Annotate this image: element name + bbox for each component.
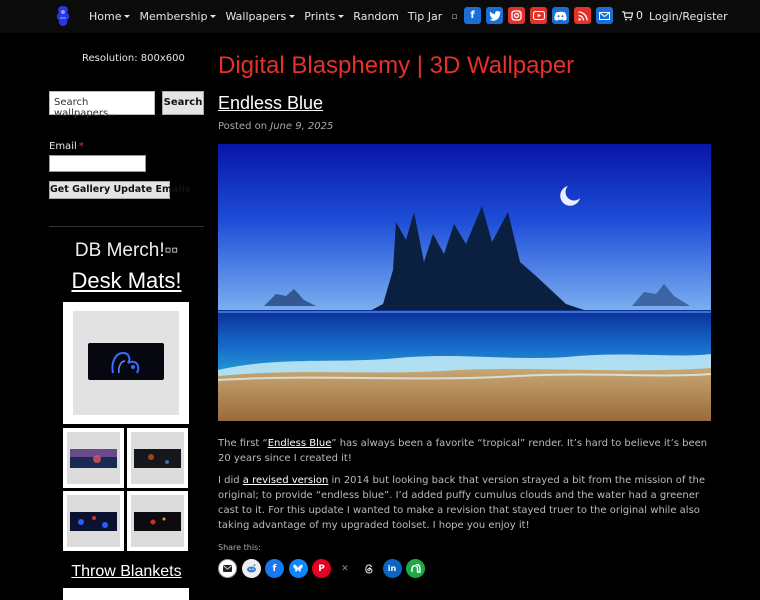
menu-membership[interactable]: Membership [139, 10, 216, 23]
email-label-text: Email [49, 141, 77, 152]
search-input[interactable]: Search wallpapers… [49, 91, 155, 119]
cart-button[interactable]: 0 [622, 9, 643, 22]
email-share-icon[interactable] [218, 559, 237, 578]
throw-blankets-link[interactable]: Throw Blankets [49, 563, 204, 581]
reddit-share-icon[interactable] [241, 559, 261, 578]
menu-tip-jar[interactable]: Tip Jar [408, 10, 442, 23]
desk-mat-thumb-1[interactable] [63, 428, 124, 488]
post-title-link[interactable]: Endless Blue [218, 93, 323, 114]
menu-prints[interactable]: Prints [304, 10, 344, 23]
share-label: Share this: [218, 543, 261, 552]
desk-mats-link[interactable]: Desk Mats! [49, 268, 204, 294]
para2-text-start: I did [218, 475, 243, 486]
gallery-update-emails-button[interactable]: Get Gallery Update Emails [49, 181, 190, 199]
sidebar-divider [49, 226, 204, 227]
search-button[interactable]: Search [162, 91, 204, 115]
post-paragraph-2: I did a revised version in 2014 but look… [218, 473, 710, 533]
posted-prefix: Posted on [218, 121, 268, 132]
pinterest-share-icon[interactable]: P [312, 559, 331, 578]
nextdoor-share-icon[interactable] [406, 559, 425, 578]
share-buttons: f P ✕ in [218, 559, 430, 578]
wallpaper-image[interactable] [218, 144, 711, 421]
login-register-link[interactable]: Login/Register [649, 10, 728, 23]
para1-text-start: The first “ [218, 438, 268, 449]
post-paragraph-1: The first “Endless Blue” has always been… [218, 436, 710, 466]
main-menu: Home Membership Wallpapers Prints Random… [89, 0, 466, 33]
email-icon[interactable] [596, 7, 613, 24]
facebook-icon[interactable]: f [464, 7, 481, 24]
top-navbar: Home Membership Wallpapers Prints Random… [0, 0, 760, 33]
desk-mat-thumb-3[interactable] [63, 491, 124, 551]
twitter-icon[interactable] [486, 7, 503, 24]
merch-heading: DB Merch!▫▫ [74, 240, 179, 261]
email-field[interactable] [49, 155, 146, 172]
site-title: Digital Blasphemy | 3D Wallpaper [218, 52, 575, 79]
youtube-icon[interactable] [530, 7, 547, 24]
desk-mat-thumb-2[interactable] [127, 428, 188, 488]
endless-blue-original-link[interactable]: Endless Blue [268, 438, 332, 449]
menu-extra-glyph[interactable]: ▫ [451, 12, 457, 22]
cart-count: 0 [636, 9, 643, 22]
desk-mat-product-main[interactable] [63, 302, 189, 424]
desk-mat-thumb-4[interactable] [127, 491, 188, 551]
email-label: Email * [49, 141, 84, 152]
site-logo-icon[interactable] [54, 5, 72, 27]
instagram-icon[interactable] [508, 7, 525, 24]
linkedin-share-icon[interactable]: in [382, 559, 402, 578]
post-date: Posted on June 9, 2025 [218, 121, 333, 132]
threads-share-icon[interactable] [359, 559, 378, 578]
throw-blanket-product[interactable] [63, 588, 189, 600]
discord-icon[interactable] [552, 7, 569, 24]
x-share-icon[interactable]: ✕ [335, 559, 355, 578]
bluesky-share-icon[interactable] [288, 559, 308, 578]
cart-icon [622, 10, 633, 20]
rss-icon[interactable] [574, 7, 591, 24]
resolution-text: Resolution: 800x600 [82, 53, 185, 64]
facebook-share-icon[interactable]: f [265, 559, 284, 578]
menu-random[interactable]: Random [353, 10, 399, 23]
social-links: f [464, 7, 618, 24]
revised-version-link[interactable]: a revised version [243, 475, 329, 486]
desk-mat-image [88, 343, 164, 380]
required-asterisk: * [78, 141, 84, 152]
menu-wallpapers[interactable]: Wallpapers [225, 10, 295, 23]
menu-home[interactable]: Home [89, 10, 130, 23]
posted-date: June 9, 2025 [270, 121, 334, 132]
endless-blue-render [218, 144, 711, 421]
